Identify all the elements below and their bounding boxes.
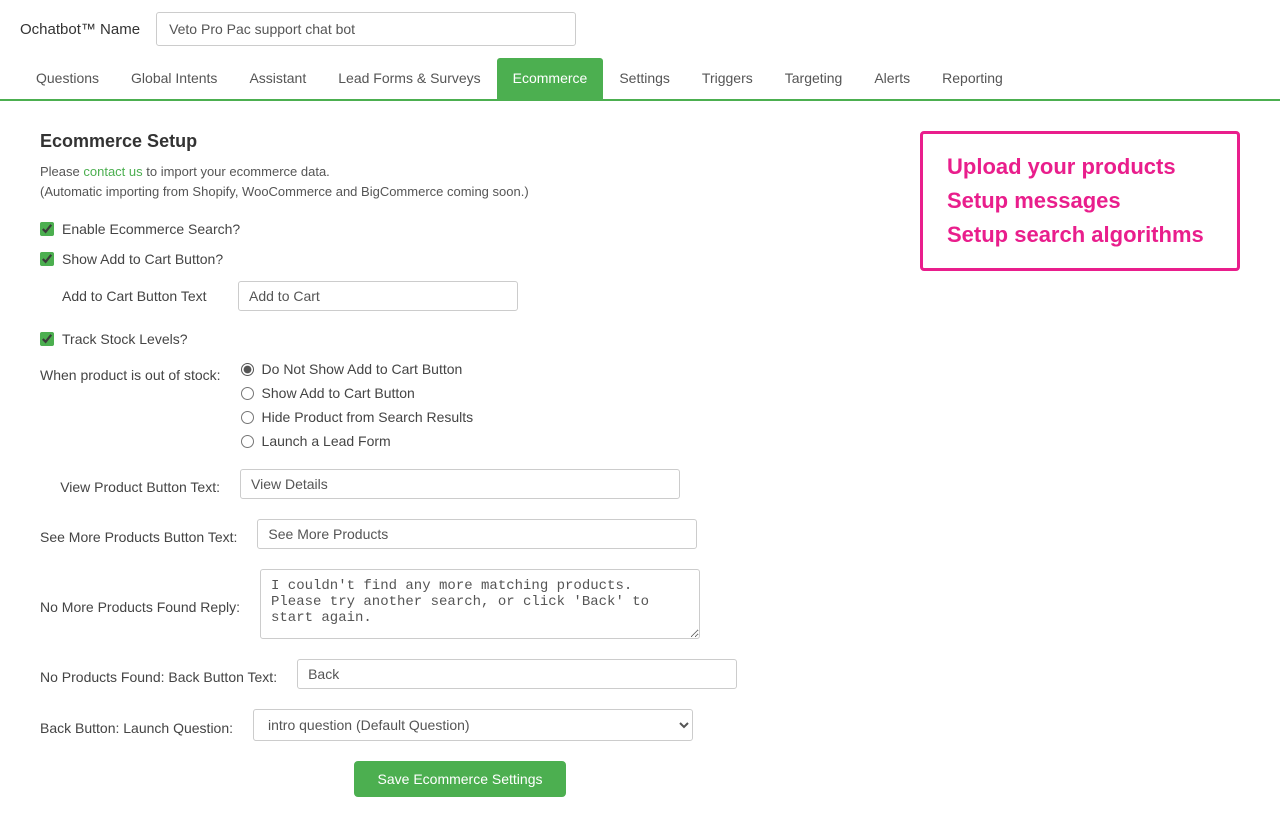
view-product-input[interactable] [240,469,680,499]
out-of-stock-option-2: Hide Product from Search Results [241,409,474,425]
nav-questions[interactable]: Questions [20,58,115,101]
nav-targeting[interactable]: Targeting [769,58,859,101]
form-area: Ecommerce Setup Please contact us to imp… [40,131,880,807]
radio-show-add-to-cart-label: Show Add to Cart Button [262,385,415,401]
save-button[interactable]: Save Ecommerce Settings [354,761,567,797]
enable-ecommerce-checkbox[interactable] [40,222,54,236]
track-stock-row: Track Stock Levels? [40,331,880,347]
section-desc: Please contact us to import your ecommer… [40,162,880,201]
nav-lead-forms[interactable]: Lead Forms & Surveys [322,58,496,101]
main-content: Ecommerce Setup Please contact us to imp… [0,101,1280,837]
out-of-stock-option-0: Do Not Show Add to Cart Button [241,361,474,377]
back-button-label: Back Button: Launch Question: [40,714,233,736]
out-of-stock-options: Do Not Show Add to Cart Button Show Add … [241,361,474,449]
view-product-label: View Product Button Text: [40,473,220,495]
desc-prefix: Please [40,164,80,179]
radio-launch-lead-form-label: Launch a Lead Form [262,433,391,449]
promo-box: Upload your products Setup messages Setu… [920,131,1240,271]
promo-line-3: Setup search algorithms [947,222,1213,248]
nav-assistant[interactable]: Assistant [233,58,322,101]
promo-line-1: Upload your products [947,154,1213,180]
main-nav: Questions Global Intents Assistant Lead … [0,58,1280,101]
nav-global-intents[interactable]: Global Intents [115,58,233,101]
add-to-cart-text-input[interactable] [238,281,518,311]
show-add-to-cart-label: Show Add to Cart Button? [62,251,223,267]
no-products-row: No Products Found: Back Button Text: [40,659,880,689]
header: Ochatbot™ Name [0,0,1280,58]
add-to-cart-text-label: Add to Cart Button Text [62,288,222,304]
bot-name-input[interactable] [156,12,576,46]
radio-hide-product[interactable] [241,411,254,424]
add-to-cart-text-row: Add to Cart Button Text [62,281,880,311]
contact-us-link[interactable]: contact us [83,164,142,179]
track-stock-label: Track Stock Levels? [62,331,188,347]
see-more-row: See More Products Button Text: [40,519,880,549]
no-products-input[interactable] [297,659,737,689]
radio-do-not-show[interactable] [241,363,254,376]
desc-suffix: to import your ecommerce data. [146,164,330,179]
promo-line-2: Setup messages [947,188,1213,214]
nav-triggers[interactable]: Triggers [686,58,769,101]
bot-name-label: Ochatbot™ Name [20,21,140,38]
radio-show-add-to-cart[interactable] [241,387,254,400]
out-of-stock-option-3: Launch a Lead Form [241,433,474,449]
no-more-label: No More Products Found Reply: [40,593,240,615]
nav-ecommerce[interactable]: Ecommerce [497,58,604,101]
enable-ecommerce-label: Enable Ecommerce Search? [62,221,240,237]
show-add-to-cart-row: Show Add to Cart Button? [40,251,880,267]
desc-note: (Automatic importing from Shopify, WooCo… [40,184,529,199]
see-more-input[interactable] [257,519,697,549]
view-product-row: View Product Button Text: [40,469,880,499]
no-more-textarea[interactable]: I couldn't find any more matching produc… [260,569,700,639]
back-button-row: Back Button: Launch Question: intro ques… [40,709,880,741]
nav-reporting[interactable]: Reporting [926,58,1019,101]
out-of-stock-row: When product is out of stock: Do Not Sho… [40,361,880,449]
main-area: Ecommerce Setup Please contact us to imp… [40,131,1240,807]
see-more-label: See More Products Button Text: [40,523,237,545]
back-button-select[interactable]: intro question (Default Question) [253,709,693,741]
no-products-label: No Products Found: Back Button Text: [40,663,277,685]
radio-hide-product-label: Hide Product from Search Results [262,409,474,425]
show-add-to-cart-checkbox[interactable] [40,252,54,266]
out-of-stock-option-1: Show Add to Cart Button [241,385,474,401]
enable-ecommerce-row: Enable Ecommerce Search? [40,221,880,237]
track-stock-checkbox[interactable] [40,332,54,346]
out-of-stock-label: When product is out of stock: [40,361,221,383]
radio-launch-lead-form[interactable] [241,435,254,448]
no-more-row: No More Products Found Reply: I couldn't… [40,569,880,639]
nav-settings[interactable]: Settings [603,58,686,101]
nav-alerts[interactable]: Alerts [858,58,926,101]
section-title: Ecommerce Setup [40,131,880,152]
radio-do-not-show-label: Do Not Show Add to Cart Button [262,361,463,377]
